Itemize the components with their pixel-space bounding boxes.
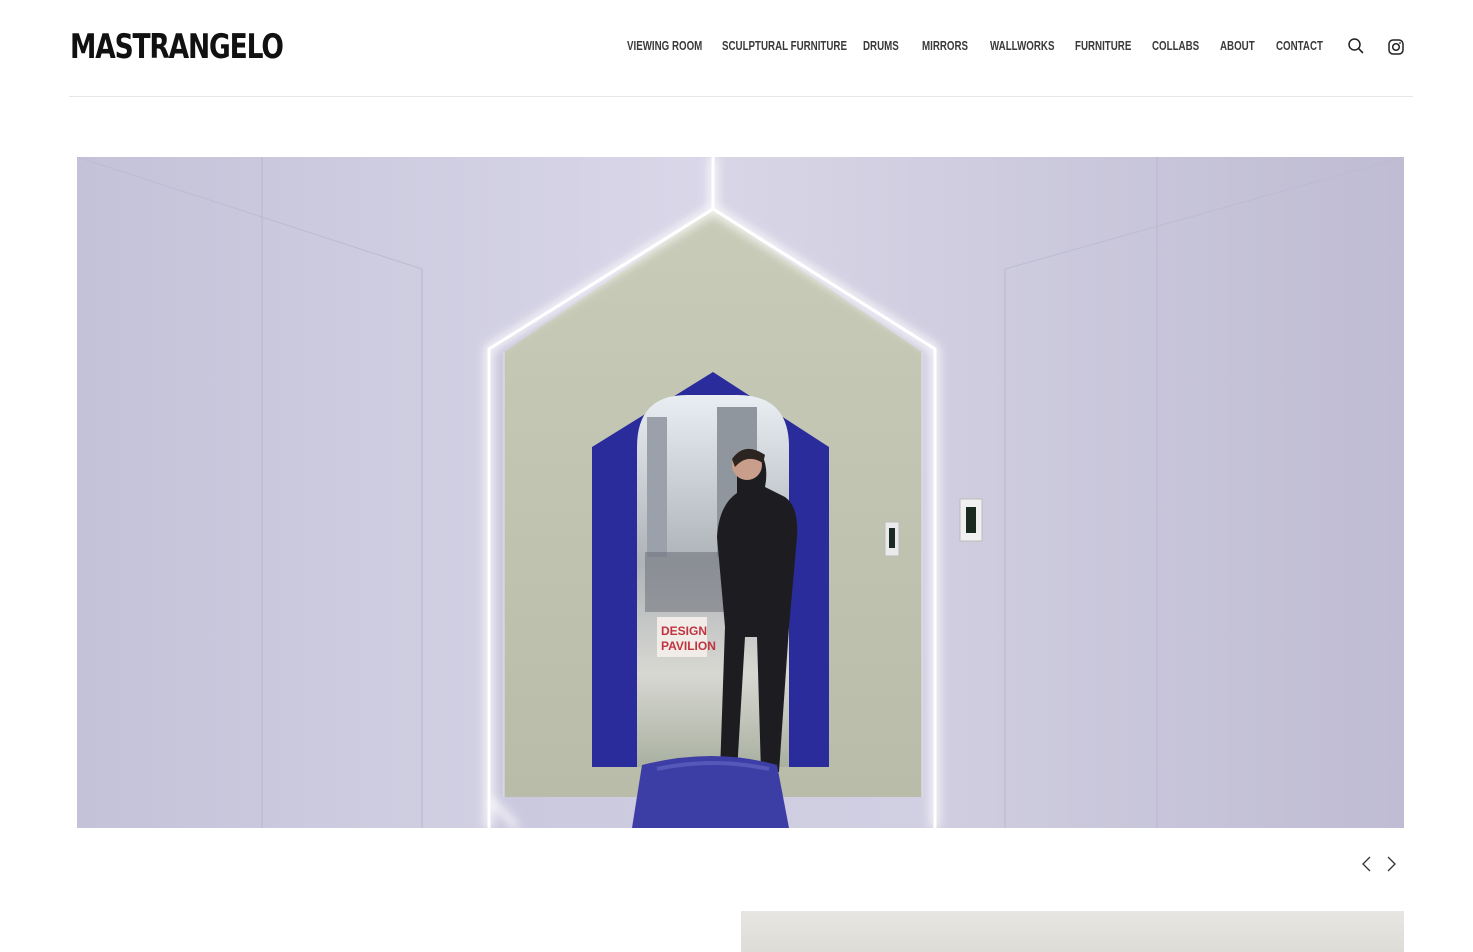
secondary-image	[741, 911, 1404, 952]
nav-item-wallworks[interactable]: WALLWORKS	[990, 38, 1054, 54]
nav-item-sculptural-furniture[interactable]: SCULPTURAL FURNITURE	[722, 38, 847, 54]
main-nav: VIEWING ROOM SCULPTURAL FURNITURE DRUMS …	[0, 38, 1473, 54]
nav-item-contact[interactable]: CONTACT	[1276, 38, 1323, 54]
nav-item-drums[interactable]: DRUMS	[863, 38, 899, 54]
chevron-right-icon[interactable]	[1384, 853, 1400, 875]
nav-item-mirrors[interactable]: MIRRORS	[922, 38, 968, 54]
nav-item-furniture[interactable]: FURNITURE	[1075, 38, 1131, 54]
pavilion-sign-text: DESIGN	[661, 624, 707, 638]
nav-item-collabs[interactable]: COLLABS	[1152, 38, 1199, 54]
svg-text:PAVILION: PAVILION	[661, 639, 716, 653]
nav-item-about[interactable]: ABOUT	[1220, 38, 1255, 54]
hero-image: DESIGN PAVILION	[77, 157, 1404, 828]
instagram-icon[interactable]	[1387, 38, 1407, 58]
nav-item-viewing-room[interactable]: VIEWING ROOM	[627, 38, 702, 54]
pavilion-photo: DESIGN PAVILION	[77, 157, 1404, 828]
search-icon[interactable]	[1346, 36, 1366, 56]
chevron-left-icon[interactable]	[1358, 853, 1374, 875]
